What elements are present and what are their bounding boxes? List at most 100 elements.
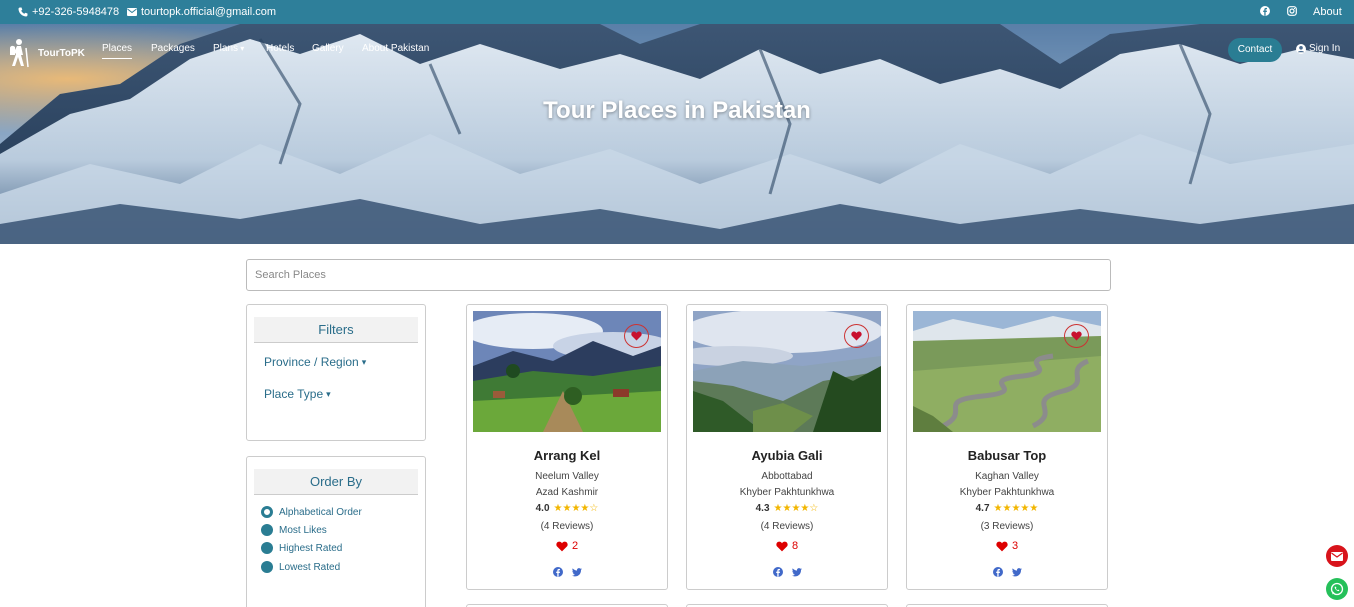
filters-heading: Filters [254,317,418,343]
hiker-logo-icon [10,39,29,68]
star-rating-icon: ★★★★★ [993,503,1039,514]
rating-value: 4.0 [535,503,550,514]
top-contact-bar: +92-326-5948478 tourtopk.official@gmail.… [0,0,1354,24]
rating-value: 4.7 [975,503,990,514]
envelope-icon [1331,551,1343,561]
place-region: Khyber Pakhtunkhwa [739,487,835,498]
nav-plans-label: Plans [213,43,239,54]
place-area: Kaghan Valley [975,471,1039,482]
whatsapp-float-button[interactable] [1326,578,1348,600]
phone-number: +92-326-5948478 [32,6,120,18]
order-option-label: Lowest Rated [279,561,341,573]
rating-value: 4.3 [755,503,770,514]
place-area: Neelum Valley [535,471,599,482]
facebook-share-icon[interactable] [552,567,563,577]
heart-icon [996,541,1008,551]
favorite-button[interactable] [1064,324,1089,348]
twitter-share-icon[interactable] [571,567,582,577]
twitter-share-icon[interactable] [791,567,802,577]
order-option-most-likes[interactable]: Most Likes [261,524,327,536]
place-rating: 4.3 ★★★★☆ [687,503,887,514]
contact-button[interactable]: Contact [1228,38,1282,62]
like-count[interactable]: 3 [907,540,1107,552]
place-card[interactable]: Babusar Top Kaghan Valley Khyber Pakhtun… [906,304,1108,590]
instagram-icon[interactable] [1287,6,1297,16]
whatsapp-icon [1330,582,1344,596]
like-count-value: 8 [791,540,799,552]
place-card[interactable]: Arrang Kel Neelum Valley Azad Kashmir 4.… [466,304,668,590]
star-rating-icon: ★★★★☆ [773,503,819,514]
favorite-button[interactable] [624,324,649,348]
brand-logo[interactable]: TourToPK [6,38,85,68]
share-links [467,567,667,577]
place-area: Abbottabad [761,471,813,482]
nav-gallery[interactable]: Gallery [312,43,344,54]
place-type-label: Place Type [264,387,324,401]
email-contact[interactable]: tourtopk.official@gmail.com [127,6,276,18]
place-region: Khyber Pakhtunkhwa [959,487,1055,498]
place-photo[interactable] [473,311,661,432]
search-input[interactable] [246,259,1111,291]
facebook-icon[interactable] [1260,6,1270,16]
place-name[interactable]: Ayubia Gali [687,448,887,463]
heart-icon [851,331,862,341]
order-option-lowest-rated[interactable]: Lowest Rated [261,561,340,573]
twitter-share-icon[interactable] [1011,567,1022,577]
radio-icon [261,542,273,554]
chevron-down-icon: ▾ [361,356,367,367]
like-count-value: 2 [571,540,579,552]
order-option-label: Most Likes [279,524,327,536]
province-region-dropdown[interactable]: Province / Region ▾ [264,355,366,369]
place-name[interactable]: Arrang Kel [467,448,667,463]
chevron-down-icon: ▾ [326,388,331,399]
share-links [907,567,1107,577]
review-count[interactable]: (4 Reviews) [687,521,887,532]
sign-in-link[interactable]: Sign In [1296,43,1340,54]
heart-icon [631,331,642,341]
nav-hotels[interactable]: Hotels [266,43,294,54]
favorite-button[interactable] [844,324,869,348]
place-photo[interactable] [913,311,1101,432]
like-count-value: 3 [1011,540,1019,552]
main-navbar: TourToPK Places Packages Plans ▾ Hotels … [0,24,1354,76]
page-title: Tour Places in Pakistan [543,97,811,124]
phone-contact[interactable]: +92-326-5948478 [18,6,119,18]
about-link[interactable]: About [1313,6,1342,18]
review-count[interactable]: (4 Reviews) [467,521,667,532]
like-count[interactable]: 2 [467,540,667,552]
nav-places[interactable]: Places [102,43,133,59]
email-float-button[interactable] [1326,545,1348,567]
heart-icon [776,541,788,551]
order-by-heading: Order By [254,469,418,495]
review-count[interactable]: (3 Reviews) [907,521,1107,532]
email-address: tourtopk.official@gmail.com [141,6,277,18]
place-type-dropdown[interactable]: Place Type ▾ [264,387,331,401]
radio-selected-icon [261,506,273,518]
nav-about-pakistan[interactable]: About Pakistan [362,43,429,54]
order-option-highest-rated[interactable]: Highest Rated [261,542,342,554]
order-option-alphabetical[interactable]: Alphabetical Order [261,506,362,518]
order-by-panel: Order By Alphabetical Order Most Likes H… [246,456,426,607]
order-option-label: Alphabetical Order [279,506,362,518]
nav-plans[interactable]: Plans ▾ [213,43,244,54]
place-name[interactable]: Babusar Top [907,448,1107,463]
order-option-label: Highest Rated [279,542,343,554]
user-circle-icon [1296,43,1306,54]
facebook-share-icon[interactable] [772,567,783,577]
place-card[interactable]: Ayubia Gali Abbottabad Khyber Pakhtunkhw… [686,304,888,590]
place-photo[interactable] [693,311,881,432]
share-links [687,567,887,577]
filters-panel: Filters Province / Region ▾ Place Type ▾ [246,304,426,441]
envelope-icon [127,8,137,16]
brand-name: TourToPK [38,47,85,59]
chevron-down-icon: ▾ [238,44,245,53]
place-rating: 4.7 ★★★★★ [907,503,1107,514]
sign-in-label: Sign In [1309,43,1341,54]
place-rating: 4.0 ★★★★☆ [467,503,667,514]
like-count[interactable]: 8 [687,540,887,552]
nav-packages[interactable]: Packages [151,43,195,54]
heart-icon [556,541,568,551]
radio-icon [261,561,273,573]
facebook-share-icon[interactable] [992,567,1003,577]
radio-icon [261,524,273,536]
